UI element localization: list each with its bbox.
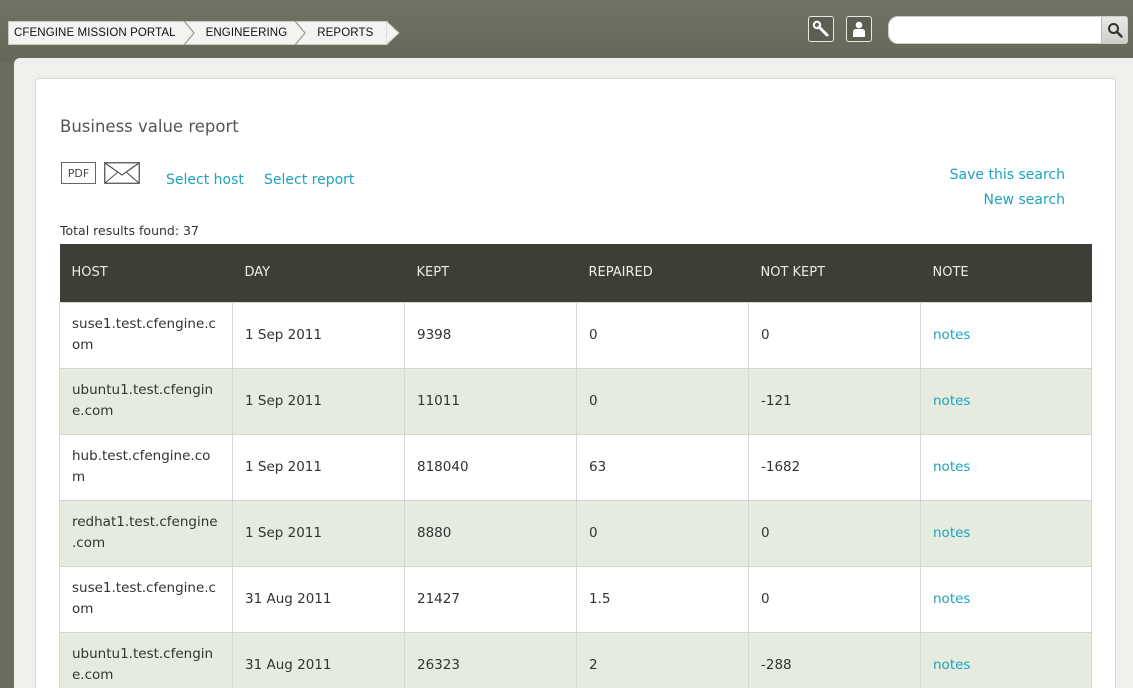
not-kept-cell: 0 bbox=[748, 301, 921, 369]
note-cell: notes bbox=[920, 301, 1092, 369]
not-kept-cell: -1682 bbox=[748, 433, 921, 501]
host-text-line: .com bbox=[72, 535, 106, 551]
settings-button[interactable] bbox=[808, 16, 834, 42]
breadcrumb-item-reports[interactable]: REPORTS bbox=[307, 21, 401, 45]
table-row: suse1.test.cfengine.c om 1 Sep 2011 9398 0 0 n… bbox=[59, 301, 1092, 369]
host-text-line: ubuntu1.test.cfengin bbox=[72, 646, 214, 662]
pdf-label: PDF bbox=[67, 166, 90, 180]
breadcrumb-label: CFENGINE MISSION PORTAL bbox=[14, 27, 176, 39]
host-text-line: e.com bbox=[72, 403, 114, 419]
column-header-repaired[interactable]: REPAIRED bbox=[576, 244, 749, 302]
repaired-cell: 1.5 bbox=[576, 565, 749, 633]
note-cell: notes bbox=[920, 631, 1092, 688]
kept-cell: 11011 bbox=[404, 367, 577, 435]
repaired-cell: 63 bbox=[576, 433, 749, 501]
breadcrumb-arrow-icon bbox=[386, 21, 401, 45]
notes-link[interactable]: notes bbox=[933, 591, 970, 607]
breadcrumb-item-engineering[interactable]: ENGINEERING bbox=[196, 21, 308, 45]
host-cell: ubuntu1.test.cfengin e.com bbox=[59, 631, 233, 688]
host-text-line: e.com bbox=[72, 667, 114, 683]
pdf-export-icon[interactable]: PDF bbox=[61, 162, 96, 184]
repaired-cell: 2 bbox=[576, 631, 749, 688]
host-cell: redhat1.test.cfengine .com bbox=[59, 499, 233, 567]
notes-link[interactable]: notes bbox=[933, 393, 970, 409]
host-text-line: suse1.test.cfengine.c bbox=[72, 316, 216, 332]
not-kept-cell: -121 bbox=[748, 367, 921, 435]
kept-cell: 9398 bbox=[404, 301, 577, 369]
not-kept-cell: 0 bbox=[748, 499, 921, 567]
kept-cell: 21427 bbox=[404, 565, 577, 633]
day-cell: 1 Sep 2011 bbox=[232, 301, 405, 369]
breadcrumb-separator-icon bbox=[294, 21, 307, 45]
breadcrumb-label: REPORTS bbox=[317, 27, 374, 39]
column-header-day[interactable]: DAY bbox=[232, 244, 405, 302]
note-cell: notes bbox=[920, 367, 1092, 435]
page-title: Business value report bbox=[60, 117, 239, 136]
note-cell: notes bbox=[920, 499, 1092, 567]
new-search-link[interactable]: New search bbox=[984, 192, 1066, 208]
repaired-cell: 0 bbox=[576, 367, 749, 435]
kept-cell: 818040 bbox=[404, 433, 577, 501]
column-header-not-kept[interactable]: NOT KEPT bbox=[748, 244, 921, 302]
table-row: ubuntu1.test.cfengin e.com 1 Sep 2011 11011… bbox=[59, 367, 1092, 435]
day-cell: 1 Sep 2011 bbox=[232, 499, 405, 567]
host-text-line: om bbox=[72, 337, 94, 353]
day-cell: 1 Sep 2011 bbox=[232, 367, 405, 435]
table-row: ubuntu1.test.cfengin e.com 31 Aug 2011 2632… bbox=[59, 631, 1092, 688]
breadcrumb-item-portal[interactable]: CFENGINE MISSION PORTAL bbox=[9, 21, 196, 45]
host-text-line: hub.test.cfengine.co bbox=[72, 448, 211, 464]
column-header-host[interactable]: HOST bbox=[59, 244, 233, 302]
top-bar: CFENGINE MISSION PORTAL ENGINEERING REPO… bbox=[0, 0, 1133, 62]
repaired-cell: 0 bbox=[576, 499, 749, 567]
column-header-note[interactable]: NOTE bbox=[920, 244, 1092, 302]
host-cell: hub.test.cfengine.co m bbox=[59, 433, 233, 501]
report-table: HOST DAY KEPT REPAIRED NOT KEPT NOTE sus… bbox=[59, 244, 1092, 688]
table-row: redhat1.test.cfengine .com 1 Sep 2011 8880 0… bbox=[59, 499, 1092, 567]
host-text-line: om bbox=[72, 601, 94, 617]
breadcrumb-label: ENGINEERING bbox=[205, 27, 288, 39]
results-count: Total results found: 37 bbox=[60, 223, 199, 238]
search-icon bbox=[1107, 23, 1123, 38]
note-cell: notes bbox=[920, 433, 1092, 501]
day-cell: 1 Sep 2011 bbox=[232, 433, 405, 501]
search-box bbox=[888, 16, 1128, 44]
notes-link[interactable]: notes bbox=[933, 657, 970, 673]
user-icon bbox=[853, 21, 865, 37]
day-cell: 31 Aug 2011 bbox=[232, 631, 405, 688]
select-report-link[interactable]: Select report bbox=[264, 172, 354, 188]
note-cell: notes bbox=[920, 565, 1092, 633]
wrench-icon bbox=[812, 20, 829, 37]
table-header-row: HOST DAY KEPT REPAIRED NOT KEPT NOTE bbox=[59, 244, 1092, 302]
notes-link[interactable]: notes bbox=[933, 525, 970, 541]
day-cell: 31 Aug 2011 bbox=[232, 565, 405, 633]
breadcrumb: CFENGINE MISSION PORTAL ENGINEERING REPO… bbox=[8, 21, 401, 45]
search-input[interactable] bbox=[897, 20, 1097, 40]
search-button[interactable] bbox=[1101, 17, 1127, 43]
user-button[interactable] bbox=[846, 16, 872, 42]
not-kept-cell: -288 bbox=[748, 631, 921, 688]
select-host-link[interactable]: Select host bbox=[166, 172, 244, 188]
column-header-kept[interactable]: KEPT bbox=[404, 244, 577, 302]
host-text-line: suse1.test.cfengine.c bbox=[72, 580, 216, 596]
host-cell: suse1.test.cfengine.c om bbox=[59, 565, 233, 633]
table-row: hub.test.cfengine.co m 1 Sep 2011 818040 63-… bbox=[59, 433, 1092, 501]
notes-link[interactable]: notes bbox=[933, 327, 970, 343]
email-icon[interactable] bbox=[104, 162, 140, 184]
kept-cell: 26323 bbox=[404, 631, 577, 688]
repaired-cell: 0 bbox=[576, 301, 749, 369]
kept-cell: 8880 bbox=[404, 499, 577, 567]
host-text-line: m bbox=[72, 469, 86, 485]
save-search-link[interactable]: Save this search bbox=[950, 167, 1065, 183]
not-kept-cell: 0 bbox=[748, 565, 921, 633]
notes-link[interactable]: notes bbox=[933, 459, 970, 475]
table-row: suse1.test.cfengine.c om 31 Aug 2011 21427 1… bbox=[59, 565, 1092, 633]
breadcrumb-separator-icon bbox=[183, 21, 195, 45]
host-text-line: redhat1.test.cfengine bbox=[72, 514, 218, 530]
host-text-line: ubuntu1.test.cfengin bbox=[72, 382, 214, 398]
host-cell: ubuntu1.test.cfengin e.com bbox=[59, 367, 233, 435]
host-cell: suse1.test.cfengine.c om bbox=[59, 301, 233, 369]
